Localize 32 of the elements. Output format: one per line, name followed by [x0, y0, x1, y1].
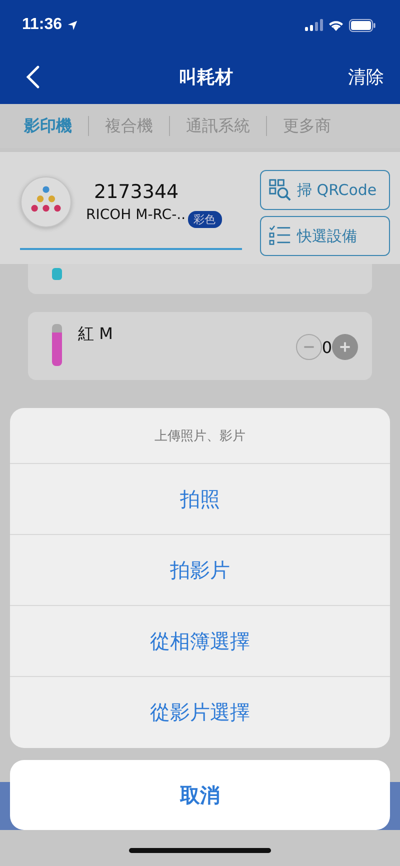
sheet-option[interactable]: 從相簿選擇: [10, 606, 390, 677]
page-title: 叫耗材: [179, 66, 233, 89]
scan-qr-button[interactable]: 掃 QRCode: [260, 170, 390, 210]
back-button[interactable]: [26, 65, 40, 89]
sheet-title: 上傳照片、影片: [10, 408, 390, 464]
color-badge: 彩色: [188, 211, 222, 228]
sheet-option[interactable]: 拍影片: [10, 535, 390, 606]
category-tab[interactable]: 通訊系統: [176, 116, 260, 136]
quick-select-button[interactable]: 快選設備: [260, 216, 390, 256]
sheet-option[interactable]: 從影片選擇: [10, 677, 390, 748]
sheet-option[interactable]: 拍照: [10, 464, 390, 535]
wifi-icon: [328, 19, 344, 31]
category-tab[interactable]: 影印機: [14, 116, 82, 136]
device-model: RICOH M-RC-..: [86, 207, 186, 223]
decrease-button[interactable]: [296, 334, 322, 360]
checklist-icon: [269, 225, 291, 247]
qr-search-icon: [269, 179, 291, 201]
status-time: 11:36: [22, 16, 62, 34]
signal-icon: [305, 19, 323, 31]
consumable-name: 紅 M: [78, 324, 113, 345]
increase-button[interactable]: [332, 334, 358, 360]
quantity-value: 0: [322, 338, 332, 356]
plus-icon: [339, 341, 351, 353]
battery-icon: [349, 18, 376, 32]
device-number: 2173344: [94, 181, 180, 203]
location-icon: [67, 20, 78, 31]
back-icon: [26, 65, 40, 89]
cancel-button[interactable]: 取消: [10, 760, 390, 830]
category-tab[interactable]: 更多商: [273, 116, 341, 136]
ink-dots-icon: [20, 176, 72, 228]
clear-button[interactable]: 清除: [348, 65, 384, 89]
category-tab[interactable]: 複合機: [95, 116, 163, 136]
